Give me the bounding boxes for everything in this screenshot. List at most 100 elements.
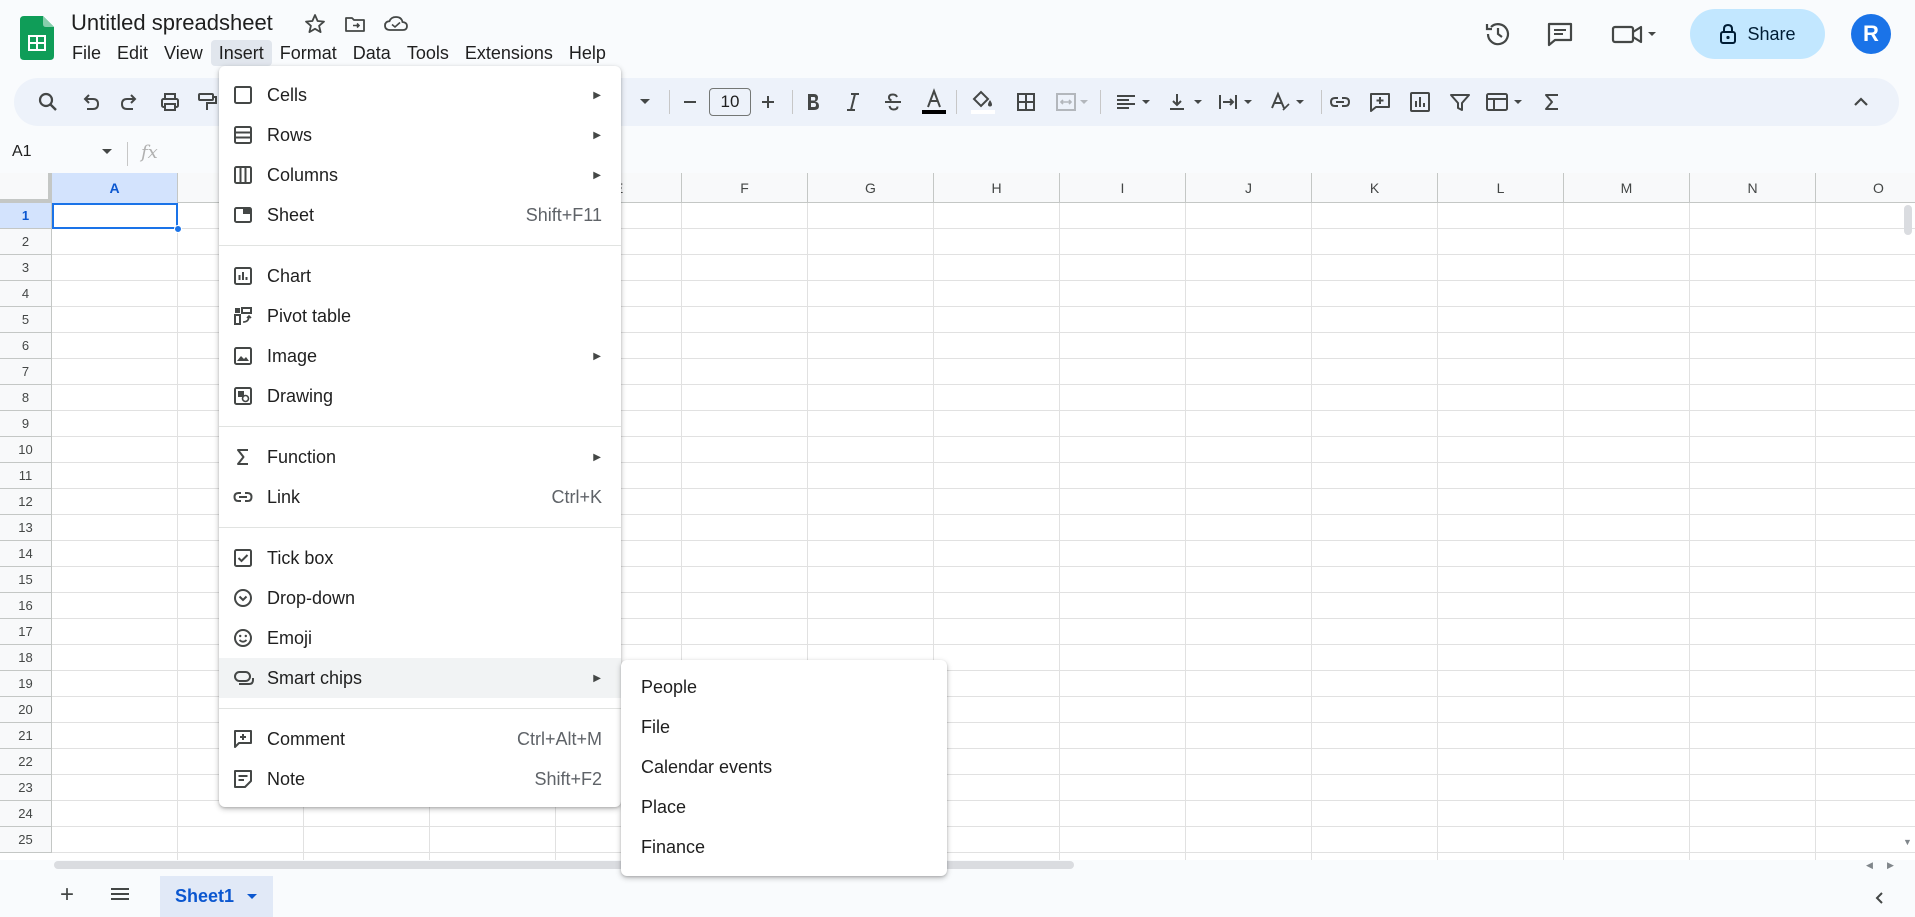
insert-comment-icon[interactable] xyxy=(1368,90,1392,114)
row-header-8[interactable]: 8 xyxy=(0,385,52,411)
row-header-10[interactable]: 10 xyxy=(0,437,52,463)
undo-icon[interactable] xyxy=(78,90,102,114)
share-button[interactable]: Share xyxy=(1690,9,1825,59)
row-header-14[interactable]: 14 xyxy=(0,541,52,567)
italic-icon[interactable] xyxy=(841,90,865,114)
row-header-4[interactable]: 4 xyxy=(0,281,52,307)
menu-item-chart[interactable]: Chart xyxy=(219,256,621,296)
meet-video-icon[interactable] xyxy=(1610,18,1660,50)
row-header-17[interactable]: 17 xyxy=(0,619,52,645)
row-header-6[interactable]: 6 xyxy=(0,333,52,359)
column-header-o[interactable]: O xyxy=(1816,173,1915,203)
document-title[interactable]: Untitled spreadsheet xyxy=(71,10,273,36)
font-chevron-down-icon[interactable] xyxy=(638,96,652,108)
cloud-saved-icon[interactable] xyxy=(383,12,407,36)
row-header-15[interactable]: 15 xyxy=(0,567,52,593)
insert-link-icon[interactable] xyxy=(1328,90,1352,114)
row-header-12[interactable]: 12 xyxy=(0,489,52,515)
row-header-3[interactable]: 3 xyxy=(0,255,52,281)
horizontal-align-icon[interactable] xyxy=(1114,90,1158,114)
menu-edit[interactable]: Edit xyxy=(109,40,156,66)
menu-item-note[interactable]: Note Shift+F2 xyxy=(219,759,621,799)
menu-file[interactable]: File xyxy=(64,40,109,66)
text-wrapping-icon[interactable] xyxy=(1216,90,1260,114)
redo-icon[interactable] xyxy=(118,90,142,114)
menu-item-function[interactable]: Function ▶ xyxy=(219,437,621,477)
print-icon[interactable] xyxy=(158,90,182,114)
move-folder-icon[interactable] xyxy=(343,12,367,36)
menu-item-link[interactable]: Link Ctrl+K xyxy=(219,477,621,517)
table-views-icon[interactable] xyxy=(1484,90,1528,114)
account-avatar[interactable]: R xyxy=(1851,14,1891,54)
add-sheet-icon[interactable]: + xyxy=(60,884,74,906)
menu-insert[interactable]: Insert xyxy=(211,40,272,66)
paint-format-icon[interactable] xyxy=(196,90,218,114)
menu-item-sheet[interactable]: Sheet Shift+F11 xyxy=(219,195,621,235)
menu-item-rows[interactable]: Rows ▶ xyxy=(219,115,621,155)
column-header-l[interactable]: L xyxy=(1438,173,1564,203)
merge-cells-icon[interactable] xyxy=(1054,90,1094,114)
chip-item-calendar-events[interactable]: Calendar events xyxy=(621,747,947,787)
version-history-icon[interactable] xyxy=(1482,18,1514,50)
star-icon[interactable] xyxy=(303,12,327,36)
row-header-5[interactable]: 5 xyxy=(0,307,52,333)
menu-item-drawing[interactable]: Drawing xyxy=(219,376,621,416)
row-header-25[interactable]: 25 xyxy=(0,827,52,853)
borders-icon[interactable] xyxy=(1014,90,1038,114)
row-header-16[interactable]: 16 xyxy=(0,593,52,619)
menu-extensions[interactable]: Extensions xyxy=(457,40,561,66)
row-header-1[interactable]: 1 xyxy=(0,203,52,229)
menu-view[interactable]: View xyxy=(156,40,211,66)
filter-icon[interactable] xyxy=(1448,90,1472,114)
name-box-chevron-down-icon[interactable] xyxy=(101,148,113,156)
menu-item-image[interactable]: Image ▶ xyxy=(219,336,621,376)
decrease-font-size-icon[interactable] xyxy=(678,90,702,114)
row-header-13[interactable]: 13 xyxy=(0,515,52,541)
column-header-f[interactable]: F xyxy=(682,173,808,203)
column-header-g[interactable]: G xyxy=(808,173,934,203)
search-menus-icon[interactable] xyxy=(36,90,60,114)
menu-item-comment[interactable]: Comment Ctrl+Alt+M xyxy=(219,719,621,759)
menu-item-drop-down[interactable]: Drop-down xyxy=(219,578,621,618)
scroll-right-arrow-icon[interactable]: ▶ xyxy=(1887,860,1894,871)
row-header-9[interactable]: 9 xyxy=(0,411,52,437)
menu-data[interactable]: Data xyxy=(345,40,399,66)
menu-item-emoji[interactable]: Emoji xyxy=(219,618,621,658)
increase-font-size-icon[interactable] xyxy=(756,90,780,114)
scroll-left-arrow-icon[interactable]: ◀ xyxy=(1866,860,1873,871)
row-header-20[interactable]: 20 xyxy=(0,697,52,723)
sheet-tab-sheet1[interactable]: Sheet1 xyxy=(160,876,273,917)
chip-item-people[interactable]: People xyxy=(621,667,947,707)
row-header-23[interactable]: 23 xyxy=(0,775,52,801)
strikethrough-icon[interactable] xyxy=(881,90,905,114)
selected-cell-a1[interactable] xyxy=(52,203,178,229)
vertical-align-icon[interactable] xyxy=(1166,90,1210,114)
comments-icon[interactable] xyxy=(1544,18,1576,50)
text-color-icon[interactable] xyxy=(921,88,947,118)
insert-chart-icon[interactable] xyxy=(1408,90,1432,114)
menu-format[interactable]: Format xyxy=(272,40,345,66)
sheet-tab-chevron-down-icon[interactable] xyxy=(246,893,258,901)
column-header-i[interactable]: I xyxy=(1060,173,1186,203)
menu-item-columns[interactable]: Columns ▶ xyxy=(219,155,621,195)
row-header-11[interactable]: 11 xyxy=(0,463,52,489)
hide-menus-chevron-up-icon[interactable] xyxy=(1849,90,1873,114)
row-header-2[interactable]: 2 xyxy=(0,229,52,255)
row-header-21[interactable]: 21 xyxy=(0,723,52,749)
column-header-m[interactable]: M xyxy=(1564,173,1690,203)
column-header-n[interactable]: N xyxy=(1690,173,1816,203)
font-size-input[interactable]: 10 xyxy=(709,88,751,116)
menu-item-smart-chips[interactable]: Smart chips ▶ xyxy=(219,658,621,698)
vertical-scrollbar[interactable] xyxy=(1904,205,1912,235)
column-header-j[interactable]: J xyxy=(1186,173,1312,203)
row-header-22[interactable]: 22 xyxy=(0,749,52,775)
row-header-19[interactable]: 19 xyxy=(0,671,52,697)
functions-sigma-icon[interactable] xyxy=(1540,90,1564,114)
select-all-corner[interactable] xyxy=(0,173,52,203)
bold-icon[interactable] xyxy=(801,90,825,114)
chip-item-place[interactable]: Place xyxy=(621,787,947,827)
fill-handle[interactable] xyxy=(174,225,182,233)
row-header-7[interactable]: 7 xyxy=(0,359,52,385)
column-header-h[interactable]: H xyxy=(934,173,1060,203)
scroll-down-arrow-icon[interactable]: ▼ xyxy=(1903,837,1912,847)
